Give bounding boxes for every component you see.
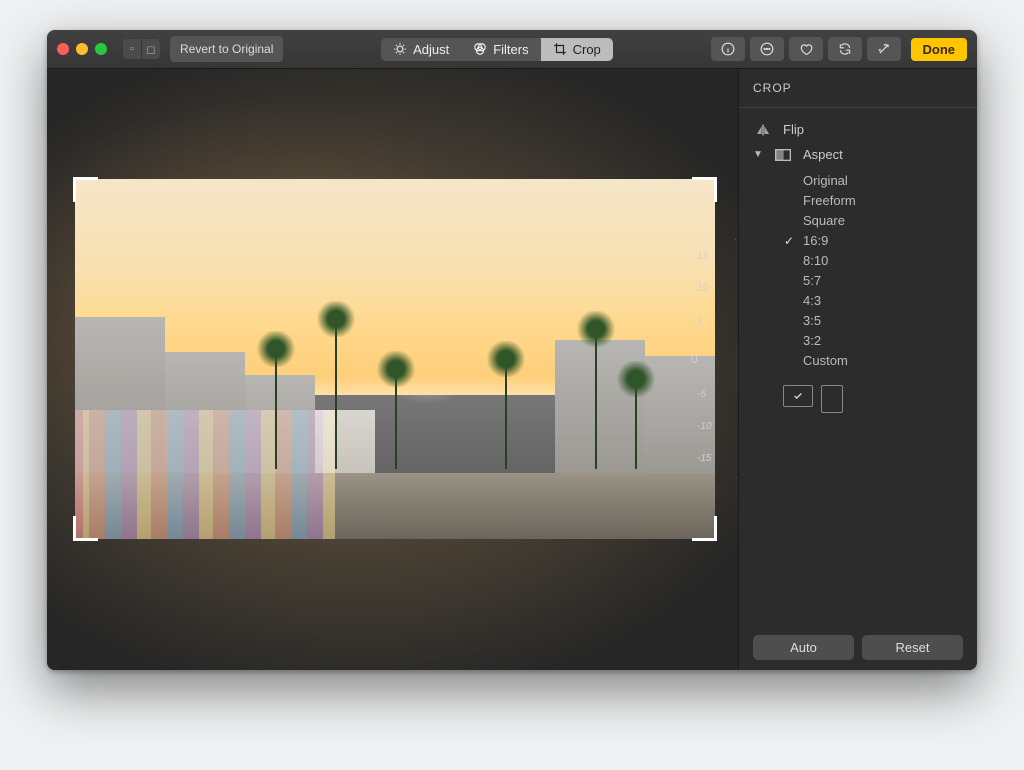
aspect-option-label: Freeform xyxy=(803,193,856,208)
info-button[interactable] xyxy=(711,37,745,61)
favorite-button[interactable] xyxy=(789,37,823,61)
minimize-window-button[interactable] xyxy=(76,43,88,55)
tab-filters[interactable]: Filters xyxy=(461,38,540,61)
aspect-option[interactable]: Custom xyxy=(783,352,963,369)
crop-handle-top-right[interactable] xyxy=(692,177,717,202)
dial-tick: -5 xyxy=(697,389,706,400)
divider xyxy=(739,107,977,108)
more-button[interactable] xyxy=(750,37,784,61)
aspect-label: Aspect xyxy=(803,147,843,162)
crop-label: Crop xyxy=(573,42,601,57)
zoom-out-icon[interactable]: ▫ xyxy=(123,39,141,59)
aspect-option-label: 4:3 xyxy=(803,293,821,308)
window-controls xyxy=(57,43,107,55)
adjust-label: Adjust xyxy=(413,42,449,57)
aspect-option[interactable]: Square xyxy=(783,212,963,229)
tab-crop[interactable]: Crop xyxy=(541,38,613,61)
aspect-option-label: Original xyxy=(803,173,848,188)
aspect-option-label: 3:5 xyxy=(803,313,821,328)
checkmark-icon: ✓ xyxy=(783,234,795,248)
aspect-option-label: 3:2 xyxy=(803,333,821,348)
close-window-button[interactable] xyxy=(57,43,69,55)
aspect-option[interactable]: ✓ 16:9 xyxy=(783,232,963,249)
flip-row[interactable]: Flip xyxy=(753,120,963,139)
auto-enhance-button[interactable] xyxy=(867,37,901,61)
aspect-option-label: Custom xyxy=(803,353,848,368)
dial-tick: 5 xyxy=(697,317,703,328)
aspect-option[interactable]: 3:5 xyxy=(783,312,963,329)
reset-button[interactable]: Reset xyxy=(862,635,963,660)
dial-tick: -10 xyxy=(697,421,711,432)
done-label: Done xyxy=(923,42,956,57)
flip-icon xyxy=(753,123,773,137)
filters-icon xyxy=(473,42,487,56)
photos-edit-window: ▫ ◻ Revert to Original Adjust Filters xyxy=(47,30,977,670)
crop-handle-bottom-right[interactable] xyxy=(692,516,717,541)
flip-label: Flip xyxy=(783,122,804,137)
zoom-segmented-control[interactable]: ▫ ◻ xyxy=(123,39,160,59)
dial-tick: -15 xyxy=(697,453,711,464)
crop-handle-top-left[interactable] xyxy=(73,177,98,202)
dial-tick: 10 xyxy=(697,283,708,294)
aspect-option-label: Square xyxy=(803,213,845,228)
toolbar-right-icons xyxy=(711,37,901,61)
aspect-option-label: 8:10 xyxy=(803,253,828,268)
aspect-option[interactable]: 3:2 xyxy=(783,332,963,349)
orientation-toggle xyxy=(783,385,963,413)
editor-body: 15 10 5 0 -5 -10 -15 CROP Flip xyxy=(47,69,977,670)
orientation-landscape-button[interactable] xyxy=(783,385,813,407)
crop-sidebar: CROP Flip ▼ Aspect Original Freeform Squar… xyxy=(738,69,977,670)
aspect-option[interactable]: 8:10 xyxy=(783,252,963,269)
aspect-header[interactable]: ▼ Aspect xyxy=(753,145,963,164)
aspect-option[interactable]: Freeform xyxy=(783,192,963,209)
dial-tick: 15 xyxy=(697,251,708,262)
dial-center: 0 xyxy=(691,352,698,366)
image-canvas[interactable]: 15 10 5 0 -5 -10 -15 xyxy=(47,69,738,670)
fullscreen-window-button[interactable] xyxy=(95,43,107,55)
photo-preview xyxy=(75,179,715,539)
aspect-option-label: 16:9 xyxy=(803,233,828,248)
aspect-option[interactable]: 4:3 xyxy=(783,292,963,309)
titlebar: ▫ ◻ Revert to Original Adjust Filters xyxy=(47,30,977,69)
adjust-icon xyxy=(393,42,407,56)
done-button[interactable]: Done xyxy=(911,38,968,61)
aspect-option[interactable]: 5:7 xyxy=(783,272,963,289)
revert-label: Revert to Original xyxy=(180,42,273,56)
auto-button[interactable]: Auto xyxy=(753,635,854,660)
crop-handle-bottom-left[interactable] xyxy=(73,516,98,541)
disclosure-triangle-icon: ▼ xyxy=(753,149,763,160)
edit-mode-tabs: Adjust Filters Crop xyxy=(381,38,613,61)
auto-label: Auto xyxy=(790,640,817,655)
aspect-option-label: 5:7 xyxy=(803,273,821,288)
straighten-dial[interactable]: 15 10 5 0 -5 -10 -15 xyxy=(689,229,738,489)
aspect-icon xyxy=(773,149,793,161)
sidebar-title: CROP xyxy=(753,81,963,95)
revert-to-original-button[interactable]: Revert to Original xyxy=(170,36,283,62)
aspect-option[interactable]: Original xyxy=(783,172,963,189)
crop-icon xyxy=(553,42,567,56)
filters-label: Filters xyxy=(493,42,528,57)
tab-adjust[interactable]: Adjust xyxy=(381,38,461,61)
orientation-portrait-button[interactable] xyxy=(821,385,843,413)
rotate-button[interactable] xyxy=(828,37,862,61)
reset-label: Reset xyxy=(896,640,930,655)
aspect-options-list: Original Freeform Square ✓ 16:9 8:10 5:7 4:3 3:5… xyxy=(783,172,963,369)
zoom-in-icon[interactable]: ◻ xyxy=(141,39,160,59)
crop-frame[interactable]: 15 10 5 0 -5 -10 -15 xyxy=(75,179,715,539)
sidebar-footer: Auto Reset xyxy=(753,635,963,660)
